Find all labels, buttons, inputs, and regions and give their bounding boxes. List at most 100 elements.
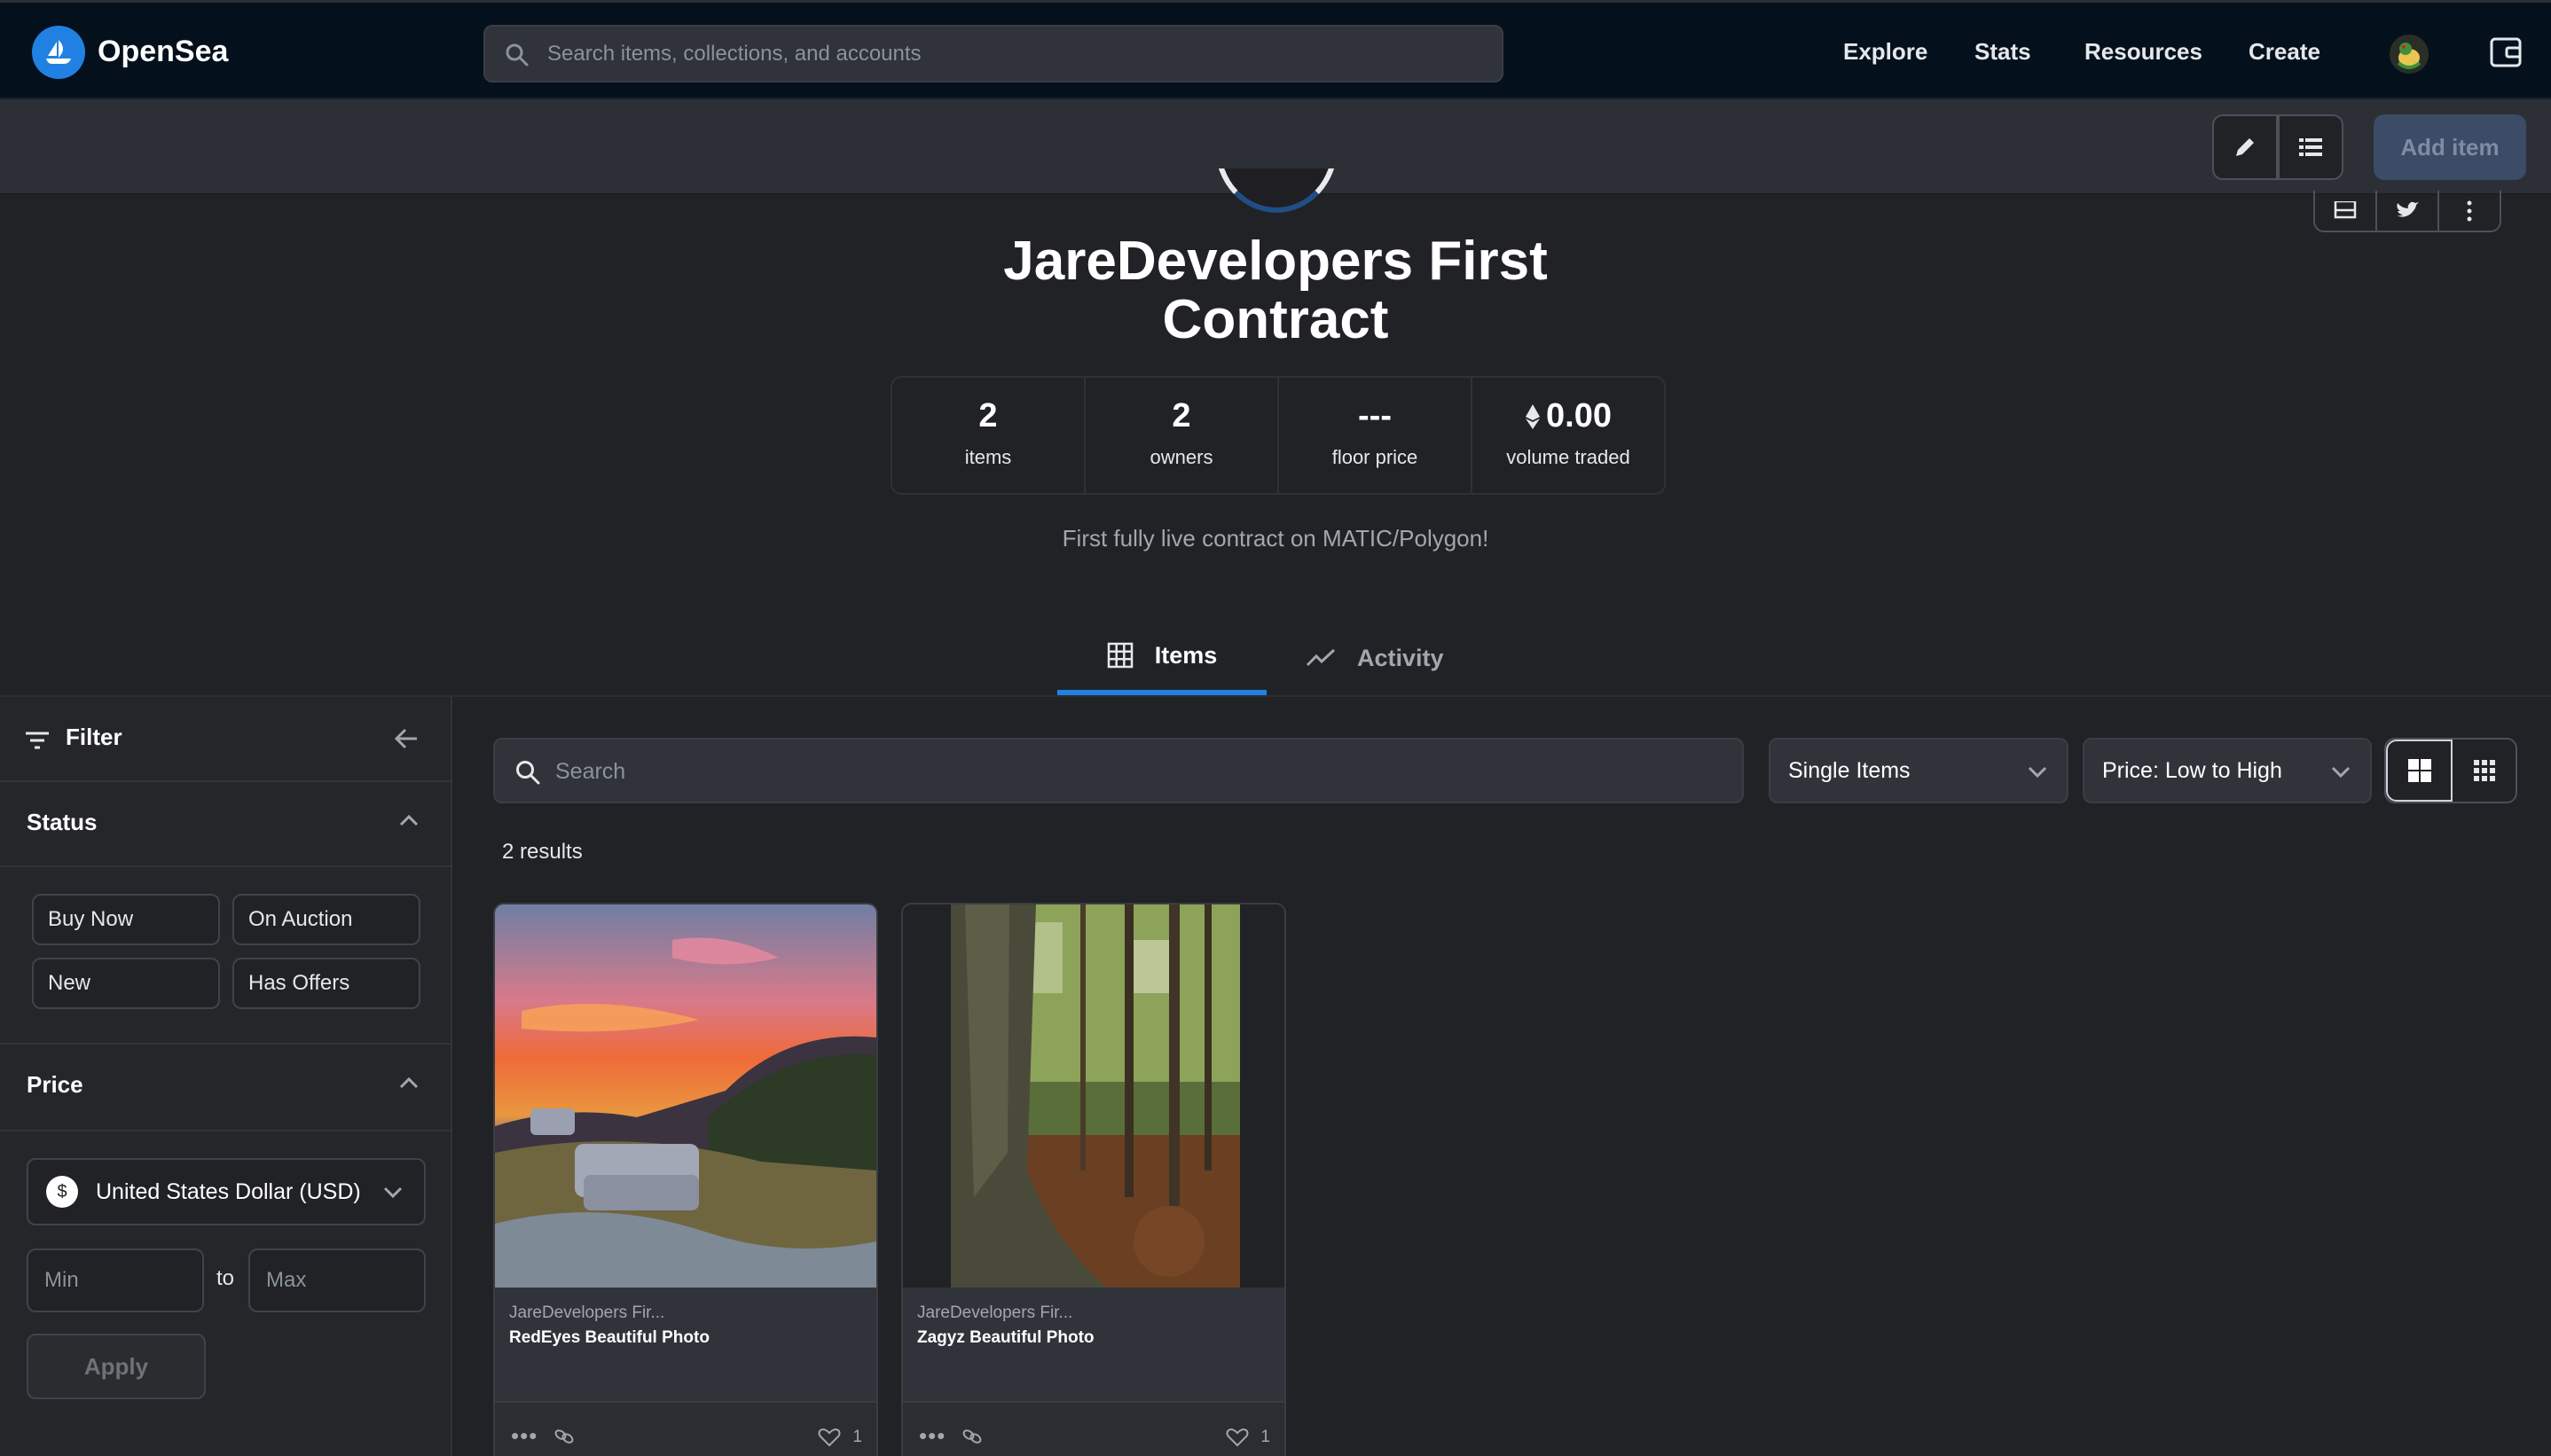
item-type-value: Single Items [1788, 757, 1911, 783]
item-type-select[interactable]: Single Items [1769, 738, 2068, 803]
tab-label: Activity [1357, 644, 1444, 671]
status-section-header[interactable]: Status [0, 782, 451, 867]
grid-icon [1107, 642, 1133, 669]
items-search[interactable]: Search [493, 738, 1744, 803]
global-search-input[interactable] [547, 27, 1487, 81]
edit-button[interactable] [2212, 114, 2278, 180]
list-view-button[interactable] [2278, 114, 2343, 180]
status-new[interactable]: New [32, 958, 220, 1009]
nav-resources[interactable]: Resources [2084, 38, 2202, 66]
stat-value: 2 [978, 397, 998, 434]
price-title: Price [27, 1071, 83, 1098]
stat-owners[interactable]: 2 owners [1086, 378, 1279, 493]
filter-title: Filter [66, 724, 122, 750]
status-has-offers[interactable]: Has Offers [232, 958, 420, 1009]
search-icon [516, 761, 540, 785]
tab-items[interactable]: Items [1057, 621, 1267, 695]
chevron-up-icon [399, 814, 419, 826]
collection-avatar [1215, 168, 1338, 215]
price-max-input[interactable]: Max [248, 1249, 426, 1312]
add-item-button[interactable]: Add item [2374, 114, 2526, 180]
chevron-down-icon [2331, 766, 2351, 779]
price-section-header[interactable]: Price [0, 1043, 451, 1131]
stat-value: 0.00 [1546, 397, 1612, 434]
wallet-icon[interactable] [2489, 36, 2523, 68]
card-item-name[interactable]: RedEyes Beautiful Photo [509, 1328, 710, 1348]
card-footer: ••• 1 [903, 1401, 1284, 1456]
price-min-input[interactable]: Min [27, 1249, 204, 1312]
sort-select[interactable]: Price: Low to High [2083, 738, 2372, 803]
small-grid-button[interactable] [2453, 740, 2516, 802]
apply-button[interactable]: Apply [27, 1334, 206, 1399]
nft-image-forest[interactable] [903, 904, 1284, 1288]
collection-stats: 2 items 2 owners --- floor price 0.00 vo… [891, 376, 1666, 495]
link-icon[interactable] [553, 1428, 575, 1445]
collection-description: First fully live contract on MATIC/Polyg… [1062, 525, 1489, 552]
link-icon[interactable] [962, 1428, 983, 1445]
stat-label: owners [1150, 446, 1213, 468]
twitter-button[interactable] [2377, 191, 2439, 231]
more-icon[interactable]: ••• [919, 1422, 946, 1450]
currency-label: United States Dollar (USD) [96, 1178, 361, 1204]
chevron-down-icon [383, 1186, 403, 1199]
heart-icon[interactable] [1226, 1428, 1249, 1447]
chevron-down-icon [2028, 766, 2047, 779]
chevron-up-icon [399, 1076, 419, 1089]
nav-explore[interactable]: Explore [1843, 38, 1927, 66]
items-search-placeholder: Search [555, 759, 626, 784]
card-footer: ••• 1 [495, 1401, 876, 1456]
card-item-name[interactable]: Zagyz Beautiful Photo [917, 1328, 1095, 1348]
like-count: 1 [1260, 1428, 1270, 1446]
stat-items[interactable]: 2 items [892, 378, 1086, 493]
website-button[interactable] [2315, 191, 2377, 231]
nav-create[interactable]: Create [2249, 38, 2320, 66]
stat-floor-price[interactable]: --- floor price [1279, 378, 1472, 493]
grid-size-toggle [2384, 738, 2517, 803]
kebab-menu-icon [2467, 200, 2472, 221]
status-on-auction[interactable]: On Auction [232, 894, 420, 945]
filter-sidebar: Filter Status Buy Now On Auction New Has… [0, 697, 452, 1456]
tab-activity[interactable]: Activity [1306, 621, 1444, 695]
status-buy-now[interactable]: Buy Now [32, 894, 220, 945]
heart-icon[interactable] [818, 1428, 841, 1447]
nft-card[interactable]: JareDevelopers Fir... Zagyz Beautiful Ph… [901, 903, 1286, 1456]
price-range-separator: to [216, 1266, 235, 1290]
twitter-icon [2397, 201, 2419, 217]
website-icon [2334, 200, 2357, 218]
opensea-logo[interactable] [32, 26, 85, 79]
trending-icon [1306, 648, 1336, 667]
nft-card[interactable]: JareDevelopers Fir... RedEyes Beautiful … [493, 903, 878, 1456]
small-grid-icon [2473, 760, 2495, 781]
list-icon [2299, 138, 2322, 156]
more-options-button[interactable] [2439, 191, 2500, 231]
more-icon[interactable]: ••• [511, 1422, 538, 1450]
like-count: 1 [852, 1428, 862, 1446]
pencil-icon [2236, 138, 2254, 156]
forest-photo [903, 904, 1284, 1288]
large-grid-button[interactable] [2386, 740, 2453, 802]
card-collection-name[interactable]: JareDevelopers Fir... [509, 1303, 664, 1323]
nav-stats[interactable]: Stats [1974, 38, 2031, 66]
nft-image-sunset-couch[interactable] [495, 904, 876, 1288]
profile-avatar[interactable] [2390, 35, 2429, 74]
filter-header[interactable]: Filter [0, 697, 451, 782]
arrow-left-icon[interactable] [394, 727, 419, 750]
status-title: Status [27, 809, 98, 835]
stat-volume-traded[interactable]: 0.00 volume traded [1472, 378, 1664, 493]
currency-select[interactable]: $ United States Dollar (USD) [27, 1158, 426, 1225]
global-search[interactable] [483, 25, 1503, 82]
sailboat-icon [46, 40, 71, 64]
dragon-avatar-icon [2397, 43, 2421, 69]
results-count: 2 results [502, 840, 583, 864]
filter-icon [26, 732, 49, 749]
search-icon [506, 43, 529, 67]
large-grid-icon [2407, 759, 2431, 782]
brand-name[interactable]: OpenSea [98, 35, 228, 69]
tab-label: Items [1154, 641, 1218, 669]
card-collection-name[interactable]: JareDevelopers Fir... [917, 1303, 1072, 1323]
stat-value: 2 [1172, 397, 1191, 434]
ethereum-icon [1526, 403, 1541, 429]
stat-value: --- [1358, 397, 1392, 434]
sunset-photo [495, 904, 876, 1288]
stat-label: floor price [1331, 446, 1418, 468]
